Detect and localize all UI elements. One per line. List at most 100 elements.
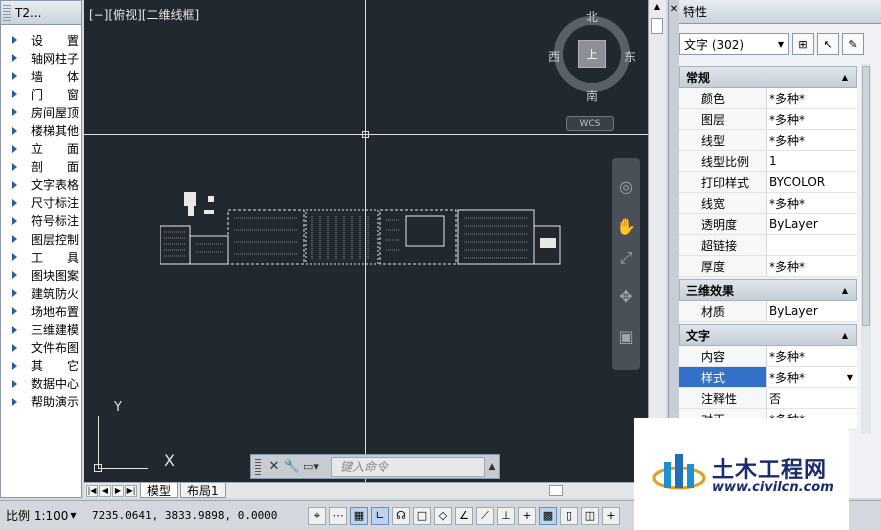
first-tab-icon[interactable]: |◀ xyxy=(86,484,98,497)
property-value[interactable]: *多种* xyxy=(767,130,857,150)
property-value[interactable]: *多种* xyxy=(767,256,857,276)
scale-selector[interactable]: 比例 1:100 ▼ xyxy=(0,507,82,524)
collapse-icon[interactable]: ▲ xyxy=(842,73,848,82)
viewport-controls-label[interactable]: [−][俯视][二维线框] xyxy=(89,6,199,23)
showmotion-icon[interactable]: ▣ xyxy=(616,326,636,346)
property-row[interactable]: 样式 *多种* ▼ xyxy=(679,367,857,388)
viewcube[interactable]: 上 北 南 西 东 xyxy=(546,10,636,110)
tab-model[interactable]: 模型 xyxy=(140,483,179,498)
quick-select-icon[interactable]: ✎ xyxy=(842,33,864,55)
chevron-down-icon[interactable]: ▼ xyxy=(847,373,853,382)
pan-hand-icon[interactable]: ✋ xyxy=(616,216,636,236)
property-value[interactable]: ByLayer xyxy=(767,301,857,321)
properties-scrollbar[interactable] xyxy=(861,64,871,434)
command-history-arrow-icon[interactable]: ▲ xyxy=(485,462,499,472)
property-row[interactable]: 超链接 xyxy=(679,235,857,256)
property-row[interactable]: 颜色 *多种* xyxy=(679,88,857,109)
object-type-select[interactable]: 文字 (302) ▼ xyxy=(679,33,789,55)
viewcube-top-face[interactable]: 上 xyxy=(578,40,606,68)
property-row[interactable]: 注释性否 xyxy=(679,388,857,409)
canvas-vertical-scrollbar[interactable]: ▲ xyxy=(648,0,666,482)
property-row[interactable]: 线型 *多种* xyxy=(679,130,857,151)
3d-object-snap-icon[interactable]: ◇ xyxy=(434,506,452,525)
dynamic-ucs-icon[interactable]: ⟋ xyxy=(476,506,494,525)
property-value[interactable]: *多种* xyxy=(767,88,857,108)
grip-icon[interactable] xyxy=(3,5,11,21)
palette-item[interactable]: 场地布置 xyxy=(1,302,81,320)
property-value[interactable]: *多种* xyxy=(767,193,857,213)
palette-item[interactable]: 符号标注 xyxy=(1,212,81,230)
property-row[interactable]: 透明度 ByLayer xyxy=(679,214,857,235)
palette-item[interactable]: 帮助演示 xyxy=(1,393,81,411)
property-row[interactable]: 图层 *多种* xyxy=(679,109,857,130)
ortho-mode-icon[interactable]: ∟ xyxy=(371,506,389,525)
horizontal-scroll-thumb[interactable] xyxy=(549,485,563,496)
property-row[interactable]: 打印样式 BYCOLOR xyxy=(679,172,857,193)
close-icon[interactable]: ✕ xyxy=(265,458,283,476)
collapse-icon[interactable]: ▲ xyxy=(842,286,848,295)
property-value[interactable]: 1 xyxy=(767,151,857,171)
palette-item[interactable]: 建筑防火 xyxy=(1,284,81,302)
property-value[interactable] xyxy=(767,235,857,255)
compass-north[interactable]: 北 xyxy=(586,8,598,25)
next-tab-icon[interactable]: ▶ xyxy=(112,484,124,497)
toggle-pickadd-icon[interactable]: ⊞ xyxy=(792,33,814,55)
palette-item[interactable]: 图块图案 xyxy=(1,266,81,284)
transparency-icon[interactable]: ▩ xyxy=(539,506,557,525)
palette-item[interactable]: 门窗 xyxy=(1,85,81,103)
object-snap-icon[interactable]: □ xyxy=(413,506,431,525)
compass-south[interactable]: 南 xyxy=(586,87,598,104)
select-objects-icon[interactable]: ↖ xyxy=(817,33,839,55)
palette-item[interactable]: 设置 xyxy=(1,31,81,49)
lineweight-icon[interactable]: + xyxy=(518,506,536,525)
property-value[interactable]: *多种* xyxy=(767,109,857,129)
selection-cycling-icon[interactable]: ◫ xyxy=(581,506,599,525)
property-value[interactable]: 否 xyxy=(767,388,857,408)
property-value[interactable]: *多种* xyxy=(767,346,857,366)
compass-east[interactable]: 东 xyxy=(624,48,636,65)
palette-item[interactable]: 墙体 xyxy=(1,67,81,85)
scroll-thumb[interactable] xyxy=(651,18,663,34)
palette-item[interactable]: 工具 xyxy=(1,248,81,266)
palette-item[interactable]: 文件布图 xyxy=(1,339,81,357)
palette-item[interactable]: 房间屋顶 xyxy=(1,103,81,121)
polar-tracking-icon[interactable]: ☊ xyxy=(392,506,410,525)
palette-title-bar[interactable]: T2... xyxy=(1,1,81,25)
property-row[interactable]: 内容 *多种* xyxy=(679,346,857,367)
zoom-extents-icon[interactable]: ⤢ xyxy=(616,248,636,268)
palette-item[interactable]: 图层控制 xyxy=(1,230,81,248)
object-snap-tracking-icon[interactable]: ∠ xyxy=(455,506,473,525)
wrench-icon[interactable]: 🔧 xyxy=(283,458,301,476)
wcs-menu[interactable]: WCS xyxy=(566,116,614,131)
palette-item[interactable]: 立面 xyxy=(1,140,81,158)
infer-constraints-icon[interactable]: ⌖ xyxy=(308,506,326,525)
compass-west[interactable]: 西 xyxy=(548,48,560,65)
palette-item[interactable]: 数据中心 xyxy=(1,375,81,393)
floor-plan-drawing[interactable] xyxy=(160,186,562,268)
dynamic-input-icon[interactable]: ⊥ xyxy=(497,506,515,525)
snap-mode-icon[interactable]: ⋯ xyxy=(329,506,347,525)
palette-item[interactable]: 楼梯其他 xyxy=(1,121,81,139)
command-prompt-icon[interactable]: ▭▾ xyxy=(303,458,331,476)
prev-tab-icon[interactable]: ◀ xyxy=(99,484,111,497)
property-section-header[interactable]: 三维效果 ▲ xyxy=(679,279,857,301)
property-row[interactable]: 线宽 *多种* xyxy=(679,193,857,214)
steeringwheel-icon[interactable]: ◎ xyxy=(616,176,636,196)
palette-item[interactable]: 其它 xyxy=(1,357,81,375)
property-row[interactable]: 厚度 *多种* xyxy=(679,256,857,277)
grip-icon[interactable] xyxy=(255,458,261,475)
property-section-header[interactable]: 文字 ▲ xyxy=(679,324,857,346)
grid-display-icon[interactable]: ▦ xyxy=(350,506,368,525)
palette-item[interactable]: 轴网柱子 xyxy=(1,49,81,67)
coordinate-readout[interactable]: 7235.0641, 3833.9898, 0.0000 xyxy=(82,509,308,522)
scroll-thumb[interactable] xyxy=(862,66,870,326)
palette-item[interactable]: 剖面 xyxy=(1,158,81,176)
palette-item[interactable]: 三维建模 xyxy=(1,321,81,339)
palette-item[interactable]: 文字表格 xyxy=(1,176,81,194)
tab-layout1[interactable]: 布局1 xyxy=(180,483,226,498)
last-tab-icon[interactable]: ▶| xyxy=(125,484,137,497)
property-section-header[interactable]: 常规 ▲ xyxy=(679,66,857,88)
property-value[interactable]: BYCOLOR xyxy=(767,172,857,192)
quick-properties-icon[interactable]: ▯ xyxy=(560,506,578,525)
property-row[interactable]: 材质 ByLayer xyxy=(679,301,857,322)
